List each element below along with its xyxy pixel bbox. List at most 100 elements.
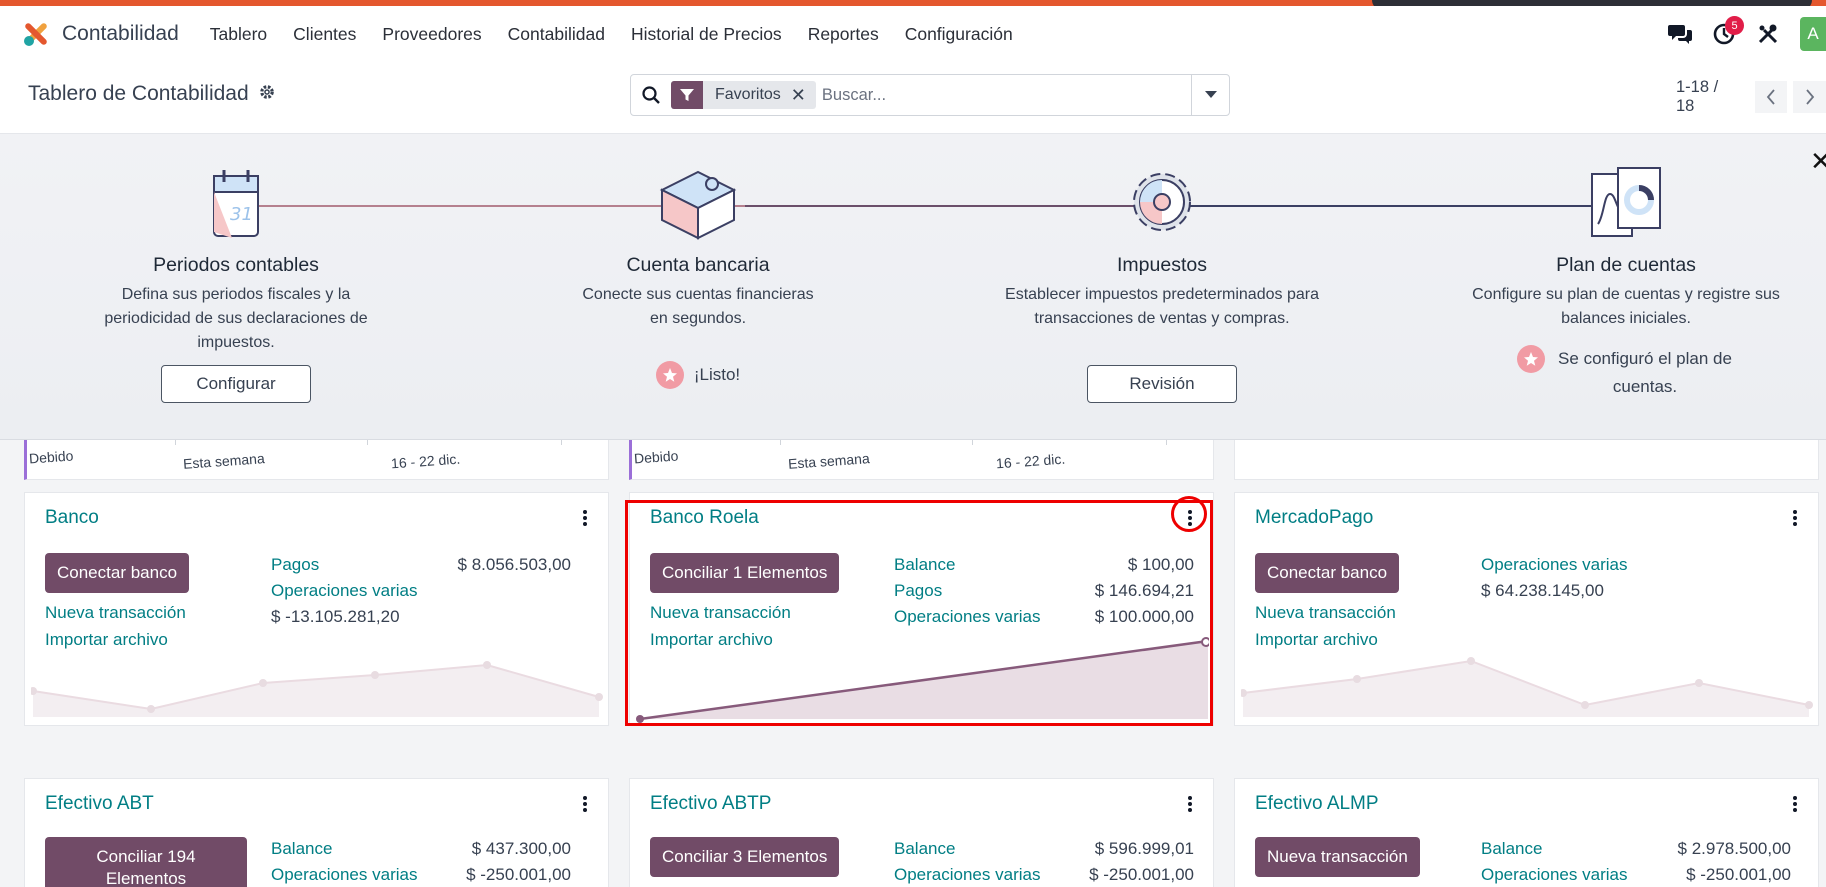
onboarding-step-impuestos: Impuestos Establecer impuestos predeterm… — [1005, 134, 1319, 403]
axis-label: Debido — [633, 447, 679, 467]
journal-stats: Operaciones varias $ 64.238.145,00 — [1481, 555, 1781, 607]
balance-graph — [31, 661, 603, 717]
conectar-banco-button[interactable]: Conectar banco — [1255, 553, 1400, 593]
search-bar: Favoritos ✕ — [630, 74, 1230, 116]
partial-card — [1234, 440, 1819, 480]
puzzle-box-icon — [659, 170, 737, 240]
journal-title[interactable]: Banco — [45, 507, 99, 529]
cog-icon — [1133, 173, 1191, 231]
search-facet-favoritos: Favoritos ✕ — [671, 81, 816, 109]
conciliar-button[interactable]: Conciliar 194 Elementos — [45, 837, 247, 887]
chevron-right-icon — [1805, 89, 1814, 105]
nav-item-configuracion[interactable]: Configuración — [892, 24, 1026, 45]
journal-stats: Pagos $ 8.056.503,00 Operaciones varias $… — [271, 555, 571, 633]
page-title: Tablero de Contabilidad — [28, 82, 275, 106]
nueva-transaccion-button[interactable]: Nueva transacción — [1255, 837, 1420, 877]
partial-card: Debido Esta semana 16 - 22 dic. — [24, 440, 609, 480]
step-description: Configure su plan de cuentas y registre … — [1472, 286, 1780, 327]
stat-value: $ -13.105.281,20 — [271, 607, 400, 626]
step-title: Cuenta bancaria — [626, 254, 770, 276]
svg-text:31: 31 — [230, 204, 253, 225]
pager-prev-button[interactable] — [1754, 81, 1788, 113]
gear-icon[interactable] — [259, 82, 275, 106]
kebab-menu-icon[interactable] — [1185, 793, 1195, 815]
app-brand[interactable]: Contabilidad — [22, 20, 179, 48]
stat-label-balance[interactable]: Balance — [1481, 839, 1542, 865]
activity-badge: 5 — [1725, 16, 1744, 35]
journal-card-mercadopago: MercadoPago Conectar banco Nueva transac… — [1234, 492, 1819, 726]
kebab-menu-icon[interactable] — [1790, 793, 1800, 815]
step-done-status: Se configuró el plan de cuentas. — [1476, 345, 1776, 401]
pager-value[interactable]: 1-18 / 18 — [1676, 78, 1739, 116]
step-done-status: ¡Listo! — [548, 361, 848, 389]
kebab-menu-icon[interactable] — [580, 507, 590, 529]
conectar-banco-button[interactable]: Conectar banco — [45, 553, 190, 593]
nav-item-proveedores[interactable]: Proveedores — [369, 24, 494, 45]
conciliar-button[interactable]: Conciliar 3 Elementos — [650, 837, 840, 877]
page-title-text: Tablero de Contabilidad — [28, 82, 249, 105]
pager-next-button[interactable] — [1793, 81, 1826, 113]
journal-card-efectivo-almp: Efectivo ALMP Nueva transacción Balance $… — [1234, 778, 1819, 887]
nueva-transaccion-link[interactable]: Nueva transacción — [1255, 603, 1396, 623]
stat-label-operaciones-varias[interactable]: Operaciones varias — [894, 865, 1040, 887]
journal-title[interactable]: Efectivo ALMP — [1255, 793, 1379, 815]
app-name: Contabilidad — [62, 22, 179, 45]
step-done-text: Se configuró el plan de cuentas. — [1558, 349, 1732, 396]
axis-label: Esta semana — [787, 450, 871, 472]
journal-stats: Balance $ 437.300,00 Operaciones varias $ … — [271, 839, 571, 887]
journal-card-efectivo-abtp: Efectivo ABTP Conciliar 3 Elementos Bala… — [629, 778, 1214, 887]
nav-menu: Tablero Clientes Proveedores Contabilida… — [197, 24, 1026, 45]
close-icon[interactable]: ✕ — [1810, 146, 1826, 177]
app-logo-icon — [22, 20, 50, 48]
axis-label: Debido — [28, 447, 74, 467]
journal-kanban: Debido Esta semana 16 - 22 dic. Debido E… — [0, 440, 1826, 887]
axis-label: 16 - 22 dic. — [995, 450, 1066, 472]
stat-label-operaciones-varias[interactable]: Operaciones varias — [271, 581, 417, 607]
onboarding-step-periodos: 31 Periodos contables Defina sus periodo… — [86, 134, 386, 403]
stat-label-operaciones-varias[interactable]: Operaciones varias — [1481, 555, 1627, 581]
star-icon — [1517, 345, 1545, 373]
configurar-button[interactable]: Configurar — [161, 365, 311, 403]
nav-item-reportes[interactable]: Reportes — [795, 24, 892, 45]
journal-title[interactable]: MercadoPago — [1255, 507, 1373, 529]
stat-label-pagos[interactable]: Pagos — [271, 555, 319, 581]
stat-label-balance[interactable]: Balance — [271, 839, 332, 865]
search-input[interactable] — [821, 85, 1191, 105]
nav-item-historial-precios[interactable]: Historial de Precios — [618, 24, 795, 45]
tools-icon[interactable] — [1754, 20, 1782, 48]
revision-button[interactable]: Revisión — [1087, 365, 1237, 403]
calendar-icon: 31 — [213, 170, 259, 238]
nueva-transaccion-link[interactable]: Nueva transacción — [45, 603, 186, 623]
activity-clock-icon[interactable]: 5 — [1710, 16, 1744, 48]
journal-title[interactable]: Efectivo ABTP — [650, 793, 771, 815]
kebab-menu-icon[interactable] — [1790, 507, 1800, 529]
chat-icon[interactable] — [1666, 20, 1694, 48]
step-title: Plan de cuentas — [1556, 254, 1696, 276]
partial-card: Debido Esta semana 16 - 22 dic. — [629, 440, 1214, 480]
nav-item-clientes[interactable]: Clientes — [280, 24, 369, 45]
nav-item-contabilidad[interactable]: Contabilidad — [495, 24, 618, 45]
journal-card-banco: Banco Conectar banco Nueva transacción I… — [24, 492, 609, 726]
user-avatar[interactable]: A — [1800, 17, 1826, 51]
nav-item-tablero[interactable]: Tablero — [197, 24, 280, 45]
facet-remove-icon[interactable]: ✕ — [791, 85, 816, 106]
stat-label-operaciones-varias[interactable]: Operaciones varias — [271, 865, 417, 887]
onboarding-panel: 31 Periodos contables Defina sus periodo… — [0, 134, 1826, 440]
main-navbar: Contabilidad Tablero Clientes Proveedore… — [0, 6, 1826, 62]
journal-card-efectivo-abt: Efectivo ABT Conciliar 194 Elementos Bal… — [24, 778, 609, 887]
kebab-menu-icon[interactable] — [580, 793, 590, 815]
stat-value: $ 596.999,01 — [1094, 839, 1194, 858]
stat-value: $ 64.238.145,00 — [1481, 581, 1604, 600]
stat-label-balance[interactable]: Balance — [894, 839, 955, 865]
stat-value: $ 2.978.500,00 — [1677, 839, 1791, 858]
control-panel: Tablero de Contabilidad Favoritos ✕ 1-18… — [0, 62, 1826, 134]
step-description: Establecer impuestos predeterminados par… — [1005, 286, 1319, 327]
search-options-toggle[interactable] — [1191, 75, 1229, 115]
systray: 5 A — [1650, 6, 1826, 62]
stat-value: $ 8.056.503,00 — [457, 555, 571, 574]
journal-title[interactable]: Efectivo ABT — [45, 793, 154, 815]
highlight-kebab-circle — [1171, 496, 1207, 532]
balance-graph — [1241, 657, 1813, 717]
stat-label-operaciones-varias[interactable]: Operaciones varias — [1481, 865, 1627, 887]
step-title: Impuestos — [1117, 254, 1207, 276]
